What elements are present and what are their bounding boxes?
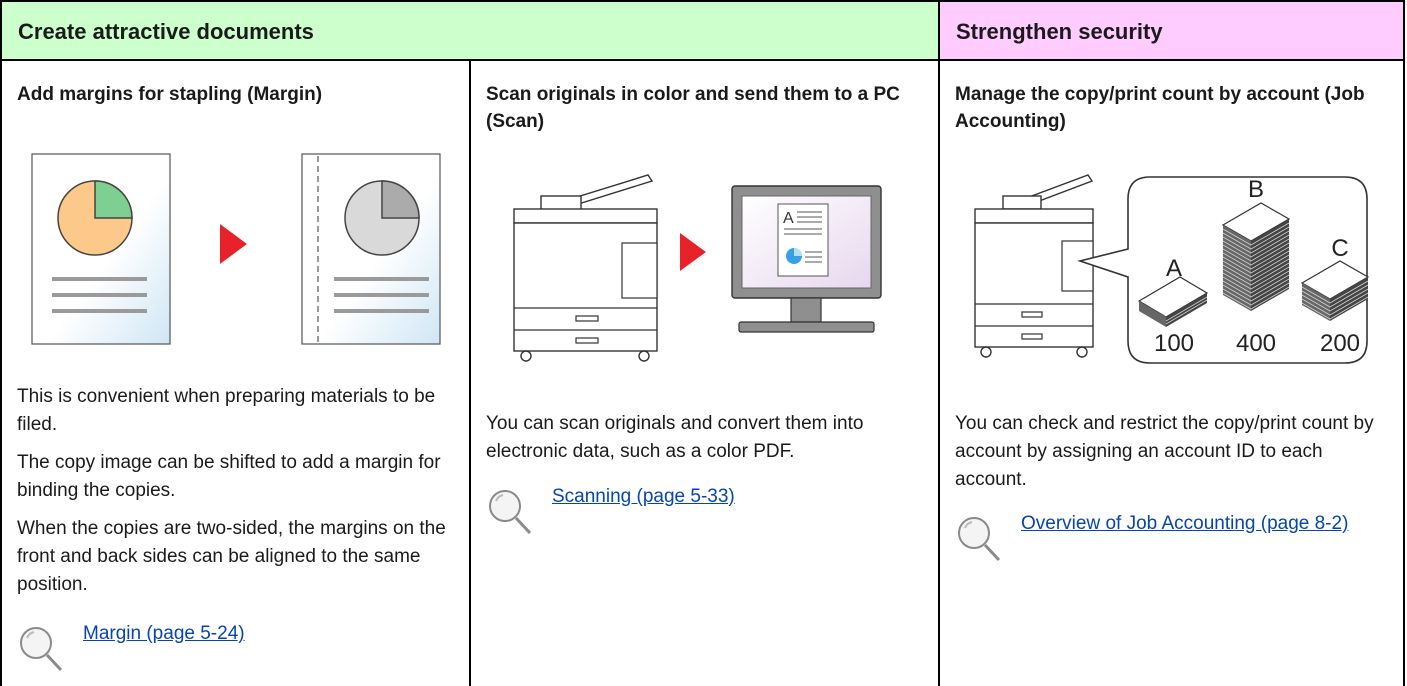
section-header-strengthen-security: Strengthen security [938, 0, 1405, 61]
paragraph: You can scan originals and convert them … [486, 413, 864, 462]
printer-icon [974, 174, 1094, 358]
feature-table: Create attractive documents Strengthen s… [0, 0, 1405, 686]
account-count: 200 [1320, 330, 1360, 357]
section-header-create-documents: Create attractive documents [0, 0, 940, 61]
monitor-icon: A [731, 185, 882, 333]
account-label: A [1166, 255, 1182, 282]
job-accounting-illustration: A B C 100 400 200 [974, 174, 1370, 364]
margin-page-link[interactable]: Margin (page 5-24) [83, 620, 245, 647]
margin-illustration [31, 153, 441, 345]
shifted-page-icon [301, 153, 441, 345]
original-page-icon [31, 153, 171, 345]
document-letter: A [783, 210, 794, 227]
job-accounting-reference: Overview of Job Accounting (page 8-2) [955, 510, 1395, 570]
arrow-right-icon [220, 224, 247, 264]
scan-reference: Scanning (page 5-33) [486, 483, 926, 543]
paragraph: The copy image can be shifted to add a m… [17, 452, 441, 501]
margin-description: This is convenient when preparing materi… [17, 383, 457, 609]
magnifier-icon [958, 517, 1001, 562]
arrow-right-icon [680, 233, 706, 271]
paragraph: You can check and restrict the copy/prin… [955, 413, 1374, 490]
column-title-job-accounting: Manage the copy/print count by account (… [955, 84, 1365, 132]
column-title-scan: Scan originals in color and send them to… [486, 84, 900, 132]
account-count: 400 [1236, 330, 1276, 357]
margin-reference: Margin (page 5-24) [17, 620, 457, 680]
scan-column: Scan originals in color and send them to… [469, 59, 939, 686]
account-count: 100 [1154, 330, 1194, 357]
scanning-page-link[interactable]: Scanning (page 5-33) [552, 483, 735, 510]
job-accounting-column: Manage the copy/print count by account (… [938, 59, 1405, 686]
margin-column: Add margins for stapling (Margin) This i… [0, 59, 470, 686]
scan-illustration: A [513, 174, 882, 362]
magnifier-icon [20, 627, 63, 672]
job-accounting-description: You can check and restrict the copy/prin… [955, 410, 1395, 504]
paragraph: When the copies are two-sided, the margi… [17, 518, 446, 595]
column-title-margin: Add margins for stapling (Margin) [17, 84, 323, 105]
printer-icon [513, 174, 658, 362]
account-label: B [1248, 176, 1264, 203]
account-label: C [1331, 235, 1348, 262]
magnifier-icon [489, 490, 532, 535]
job-accounting-page-link[interactable]: Overview of Job Accounting (page 8-2) [1021, 510, 1361, 537]
paragraph: This is convenient when preparing materi… [17, 386, 436, 435]
scan-description: You can scan originals and convert them … [486, 410, 926, 476]
